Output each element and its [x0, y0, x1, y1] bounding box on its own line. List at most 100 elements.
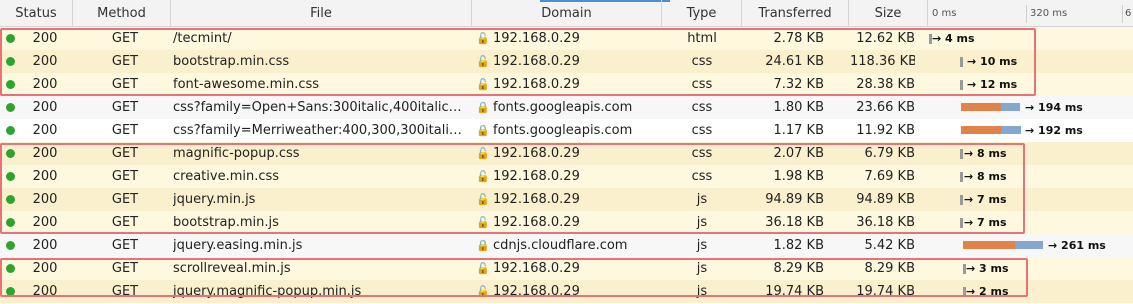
size: 6.79 KB [864, 146, 915, 161]
request-row[interactable]: 200 GET css?family=Open+Sans:300italic,400… [0, 96, 1133, 119]
type: html [687, 31, 717, 46]
timeline-label-0: 0 ms [932, 8, 957, 19]
request-row[interactable]: 200 GET creative.min.css 🔓 192.168.0.29 css 1.… [0, 165, 1133, 188]
method: GET [111, 192, 139, 207]
status-ok-icon [6, 126, 15, 135]
transferred: 1.82 KB [773, 238, 824, 253]
timing-tick [960, 195, 963, 205]
size: 8.29 KB [864, 261, 915, 276]
type: js [696, 261, 708, 276]
timing-label: → 12 ms [967, 78, 1018, 91]
domain: 192.168.0.29 [493, 31, 580, 46]
request-row[interactable]: 200 GET bootstrap.min.css 🔓 192.168.0.29 css 2… [0, 50, 1133, 73]
lock-icon: 🔒 [476, 101, 490, 114]
type: js [696, 284, 708, 299]
transferred: 8.29 KB [773, 261, 824, 276]
request-row[interactable]: 200 GET css?family=Merriweather:400,300,30… [0, 119, 1133, 142]
timing-tick [960, 57, 963, 67]
method: GET [111, 261, 139, 276]
request-row[interactable]: 200 GET font-awesome.min.css 🔓 192.168.0.29 c… [0, 73, 1133, 96]
type: js [696, 215, 708, 230]
size: 23.66 KB [856, 100, 915, 115]
timing-wait-bar [963, 241, 1015, 249]
size: 28.38 KB [856, 77, 915, 92]
timing-tick [960, 149, 963, 159]
timing-label: → 192 ms [1025, 124, 1083, 137]
type: css [691, 146, 713, 161]
request-row[interactable]: 200 GET bootstrap.min.js 🔓 192.168.0.29 js 36.… [0, 211, 1133, 234]
insecure-icon: 🔓 [476, 147, 490, 160]
method: GET [111, 54, 139, 69]
status-code: 200 [32, 238, 58, 253]
status-ok-icon [6, 264, 15, 273]
size: 94.89 KB [856, 192, 915, 207]
header-domain[interactable]: Domain [472, 0, 662, 26]
status-code: 200 [32, 146, 58, 161]
file-name: creative.min.css [173, 169, 280, 184]
size: 5.42 KB [864, 238, 915, 253]
domain: 192.168.0.29 [493, 192, 580, 207]
status-ok-icon [6, 103, 15, 112]
insecure-icon: 🔓 [476, 262, 490, 275]
domain: fonts.googleapis.com [493, 123, 633, 138]
insecure-icon: 🔓 [476, 193, 490, 206]
transferred: 94.89 KB [765, 192, 824, 207]
request-row[interactable]: 200 GET scrollreveal.min.js 🔓 192.168.0.29 js… [0, 257, 1133, 280]
file-name: jquery.min.js [173, 192, 256, 207]
status-code: 200 [32, 31, 58, 46]
header-transferred[interactable]: Transferred [742, 0, 849, 26]
timing-label: → 7 ms [964, 216, 1007, 229]
file-name: font-awesome.min.css [173, 77, 320, 92]
header-file[interactable]: File [171, 0, 472, 26]
status-ok-icon [6, 57, 15, 66]
header-method[interactable]: Method [73, 0, 171, 26]
request-row[interactable]: 200 GET jquery.min.js 🔓 192.168.0.29 js 94.89 … [0, 188, 1133, 211]
timing-label: → 8 ms [964, 170, 1007, 183]
status-code: 200 [32, 215, 58, 230]
file-name: bootstrap.min.css [173, 54, 290, 69]
status-code: 200 [32, 192, 58, 207]
status-ok-icon [6, 241, 15, 250]
request-row[interactable]: 200 GET/tecmint/ 🔓 192.168.0.29 html 2.78 KB 1… [0, 27, 1133, 50]
file-name: css?family=Merriweather:400,300,300itali… [173, 123, 462, 138]
timing-wait-bar [961, 103, 1001, 111]
request-row[interactable]: 200 GET jquery.magnific-popup.min.js 🔓 192.1… [0, 280, 1133, 303]
file-name: scrollreveal.min.js [173, 261, 291, 276]
method: GET [111, 31, 139, 46]
insecure-icon: 🔓 [476, 32, 490, 45]
header-size[interactable]: Size [849, 0, 928, 26]
status-code: 200 [32, 123, 58, 138]
status-code: 200 [32, 284, 58, 299]
domain: 192.168.0.29 [493, 284, 580, 299]
timing-label: → 8 ms [964, 147, 1007, 160]
transferred: 1.98 KB [773, 169, 824, 184]
status-ok-icon [6, 287, 15, 296]
insecure-icon: 🔓 [476, 78, 490, 91]
method: GET [111, 123, 139, 138]
header-type[interactable]: Type [662, 0, 742, 26]
timing-receive-bar [1001, 126, 1021, 134]
status-ok-icon [6, 34, 15, 43]
status-code: 200 [32, 261, 58, 276]
timing-label: → 2 ms [966, 285, 1009, 298]
timeline-label-640: 6 [1125, 8, 1132, 19]
insecure-icon: 🔓 [476, 170, 490, 183]
transferred: 7.32 KB [773, 77, 824, 92]
timing-receive-bar [1015, 241, 1043, 249]
request-row[interactable]: 200 GET jquery.easing.min.js 🔒 cdnjs.cloudfl… [0, 234, 1133, 257]
header-status[interactable]: Status [0, 0, 73, 26]
request-row[interactable]: 200 GET magnific-popup.css 🔓 192.168.0.29 css… [0, 142, 1133, 165]
timeline-divider [1026, 5, 1027, 23]
file-name: jquery.magnific-popup.min.js [173, 284, 362, 299]
method: GET [111, 284, 139, 299]
domain: 192.168.0.29 [493, 146, 580, 161]
transferred: 2.07 KB [773, 146, 824, 161]
type: css [691, 123, 713, 138]
status-ok-icon [6, 195, 15, 204]
status-code: 200 [32, 100, 58, 115]
status-ok-icon [6, 80, 15, 89]
transferred: 1.80 KB [773, 100, 824, 115]
transferred: 36.18 KB [765, 215, 824, 230]
timing-label: → 7 ms [964, 193, 1007, 206]
transferred: 1.17 KB [773, 123, 824, 138]
